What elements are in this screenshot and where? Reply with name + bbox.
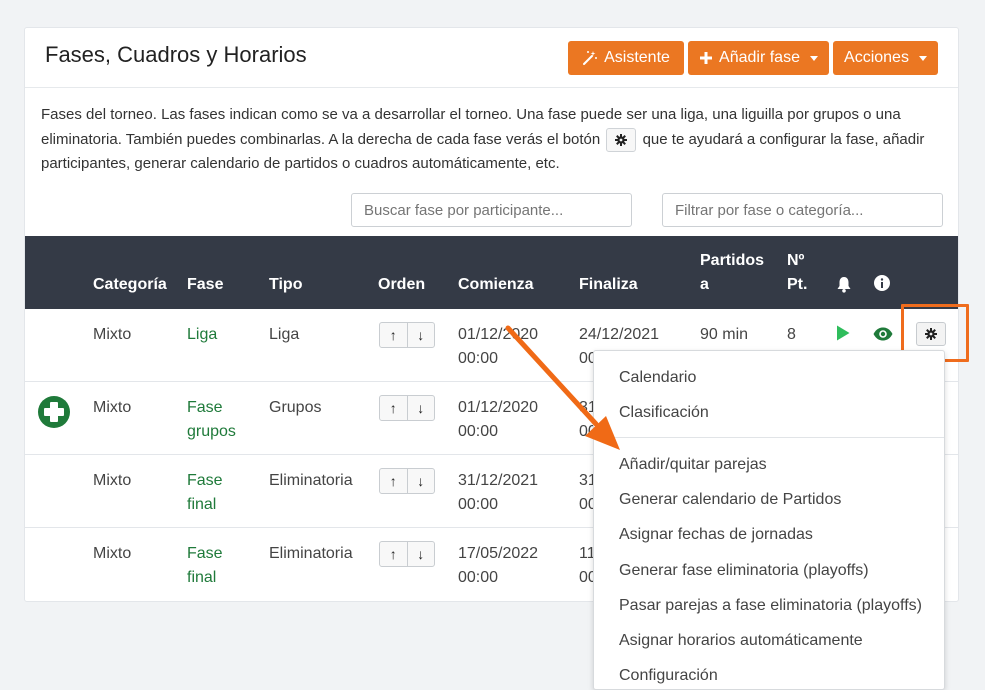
eye-icon[interactable]	[873, 327, 893, 341]
fase-line1: Fase	[187, 545, 223, 562]
cell-tipo: Grupos	[269, 399, 322, 416]
th-categoria[interactable]: Categoría	[93, 273, 167, 297]
cell-categoria: Mixto	[93, 399, 132, 416]
menu-item-generate-playoffs[interactable]: Generar fase eliminatoria (playoffs)	[619, 560, 869, 582]
caret-down-icon	[809, 55, 818, 61]
magic-wand-icon	[583, 51, 598, 65]
cell-tipo: Liga	[269, 326, 300, 343]
comienza-date: 01/12/2020	[458, 399, 539, 416]
order-buttons: ↑ ↓	[379, 541, 435, 567]
fase-line1: Fase	[187, 472, 223, 489]
fase-line2: final	[187, 496, 217, 513]
order-buttons: ↑ ↓	[379, 468, 435, 494]
menu-item-configuracion[interactable]: Configuración	[619, 665, 718, 687]
cell-tipo: Eliminatoria	[269, 545, 353, 562]
th-tipo[interactable]: Tipo	[269, 273, 302, 297]
play-icon[interactable]	[836, 325, 850, 341]
order-buttons: ↑ ↓	[379, 322, 435, 348]
add-circle-icon[interactable]	[38, 396, 70, 428]
cell-categoria: Mixto	[93, 472, 132, 489]
card-header: Fases, Cuadros y Horarios Asistente Añad…	[25, 28, 958, 88]
arrow-up-icon[interactable]: ↑	[380, 323, 407, 347]
acciones-label: Acciones	[844, 49, 909, 66]
acciones-button[interactable]: Acciones	[833, 41, 938, 75]
fase-actions-dropdown: Calendario Clasificación Añadir/quitar p…	[593, 350, 945, 690]
fase-line2: grupos	[187, 423, 236, 440]
menu-item-generate-calendar[interactable]: Generar calendario de Partidos	[619, 489, 841, 511]
cell-comienza: 17/05/2022 00:00	[458, 542, 538, 590]
menu-item-assign-round-dates[interactable]: Asignar fechas de jornadas	[619, 524, 813, 546]
arrow-down-icon[interactable]: ↓	[406, 469, 435, 493]
cell-npt: 8	[787, 326, 796, 343]
cell-comienza: 31/12/2021 00:00	[458, 469, 538, 517]
cell-tipo: Eliminatoria	[269, 472, 353, 489]
asistente-label: Asistente	[604, 49, 670, 66]
fase-link[interactable]: Fase final	[187, 542, 223, 590]
comienza-time: 00:00	[458, 350, 499, 367]
comienza-date: 01/12/2020	[458, 326, 539, 343]
th-npt-line1: Nº	[787, 252, 805, 269]
arrow-down-icon[interactable]: ↓	[406, 542, 435, 566]
bell-icon	[837, 277, 851, 293]
fase-link[interactable]: Fase grupos	[187, 396, 236, 444]
comienza-time: 00:00	[458, 569, 499, 586]
add-fase-label: Añadir fase	[719, 49, 800, 66]
arrow-down-icon[interactable]: ↓	[406, 396, 435, 420]
th-npt-line2: Pt.	[787, 276, 808, 293]
th-finaliza[interactable]: Finaliza	[579, 273, 638, 297]
comienza-time: 00:00	[458, 423, 499, 440]
menu-item-add-remove-pairs[interactable]: Añadir/quitar parejas	[619, 454, 767, 476]
table-header: Categoría Fase Tipo Orden Comienza Final…	[25, 236, 958, 309]
arrow-down-icon[interactable]: ↓	[406, 323, 435, 347]
fase-link[interactable]: Fase final	[187, 469, 223, 517]
cell-categoria: Mixto	[93, 326, 132, 343]
fase-line1: Fase	[187, 399, 223, 416]
comienza-date: 17/05/2022	[458, 545, 539, 562]
add-fase-button[interactable]: Añadir fase	[688, 41, 829, 75]
menu-item-auto-schedule[interactable]: Asignar horarios automáticamente	[619, 630, 863, 652]
th-partidos-line1: Partidos	[700, 252, 765, 269]
filter-input[interactable]	[662, 193, 943, 227]
search-input[interactable]	[351, 193, 632, 227]
arrow-up-icon[interactable]: ↑	[380, 542, 407, 566]
menu-item-clasificacion[interactable]: Clasificación	[619, 402, 709, 424]
cell-partidos: 90 min	[700, 326, 749, 343]
asistente-button[interactable]: Asistente	[568, 41, 684, 75]
menu-item-calendario[interactable]: Calendario	[619, 367, 696, 389]
plus-icon	[700, 52, 713, 64]
description-text: Fases del torneo. Las fases indican como…	[41, 103, 941, 177]
th-fase[interactable]: Fase	[187, 273, 223, 297]
info-icon	[874, 275, 890, 291]
th-orden[interactable]: Orden	[378, 273, 425, 297]
gear-icon	[606, 127, 637, 152]
comienza-time: 00:00	[458, 496, 499, 513]
caret-down-icon	[918, 55, 927, 61]
cell-comienza: 01/12/2020 00:00	[458, 396, 538, 444]
fase-line2: final	[187, 569, 217, 586]
order-buttons: ↑ ↓	[379, 395, 435, 421]
arrow-up-icon[interactable]: ↑	[380, 396, 407, 420]
arrow-up-icon[interactable]: ↑	[380, 469, 407, 493]
cell-categoria: Mixto	[93, 545, 132, 562]
menu-divider	[594, 437, 944, 438]
th-comienza[interactable]: Comienza	[458, 273, 534, 297]
menu-item-move-pairs-playoffs[interactable]: Pasar parejas a fase eliminatoria (playo…	[619, 595, 922, 617]
th-npt[interactable]: Nº Pt.	[787, 249, 807, 297]
finaliza-date: 24/12/2021	[579, 326, 660, 343]
th-partidos[interactable]: Partidos a	[700, 249, 764, 297]
comienza-date: 31/12/2021	[458, 472, 539, 489]
fase-link[interactable]: Liga	[187, 323, 217, 347]
th-partidos-line2: a	[700, 276, 709, 293]
cell-comienza: 01/12/2020 00:00	[458, 323, 538, 371]
page-title: Fases, Cuadros y Horarios	[45, 42, 307, 67]
